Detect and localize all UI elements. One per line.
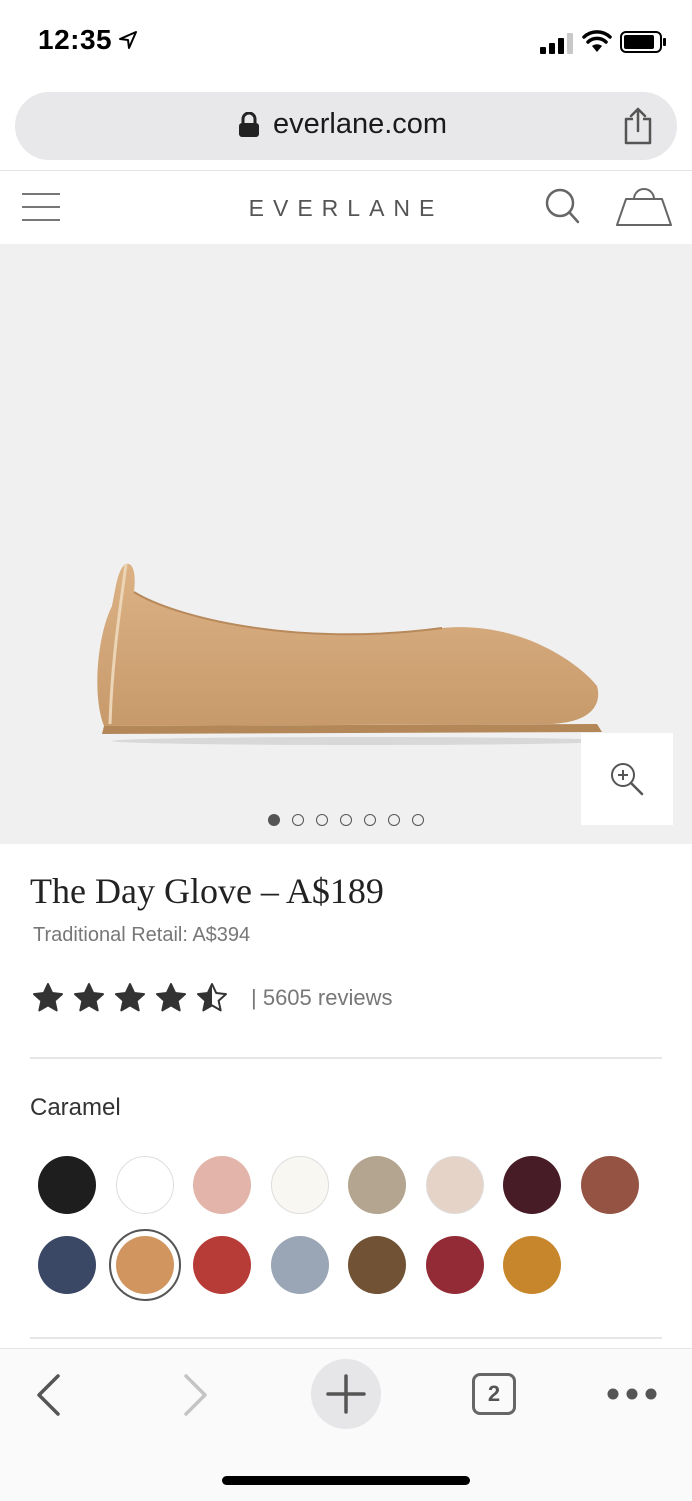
site-header: EVERLANE bbox=[0, 170, 692, 245]
color-swatch[interactable] bbox=[115, 1156, 174, 1214]
color-swatch[interactable] bbox=[193, 1156, 251, 1214]
color-swatch[interactable] bbox=[38, 1156, 96, 1214]
product-rating[interactable]: | 5605 reviews bbox=[32, 982, 392, 1014]
search-icon[interactable] bbox=[544, 187, 580, 225]
gallery-dot[interactable] bbox=[316, 814, 328, 826]
color-swatch[interactable] bbox=[193, 1236, 251, 1294]
location-arrow-icon bbox=[119, 31, 137, 49]
shopping-bag-icon[interactable] bbox=[614, 183, 674, 227]
star-full-icon bbox=[33, 983, 63, 1012]
plus-icon bbox=[326, 1374, 366, 1414]
rating-stars bbox=[32, 982, 237, 1014]
gallery-dot[interactable] bbox=[412, 814, 424, 826]
forward-arrow-icon[interactable] bbox=[182, 1373, 210, 1417]
star-half-icon bbox=[197, 983, 227, 1012]
status-time: 12:35 bbox=[38, 24, 113, 55]
divider bbox=[30, 1337, 662, 1339]
color-swatches bbox=[38, 1156, 639, 1301]
product-image-gallery[interactable] bbox=[0, 244, 692, 844]
everlane-logo[interactable]: EVERLANE bbox=[0, 195, 692, 222]
color-swatch[interactable] bbox=[348, 1156, 406, 1214]
star-full-icon bbox=[74, 983, 104, 1012]
gallery-dot[interactable] bbox=[340, 814, 352, 826]
traditional-retail-price: Traditional Retail: A$394 bbox=[33, 924, 251, 946]
gallery-dot[interactable] bbox=[364, 814, 376, 826]
url-text[interactable]: everlane.com bbox=[273, 108, 447, 141]
share-icon[interactable] bbox=[621, 107, 655, 145]
gallery-dot[interactable] bbox=[292, 814, 304, 826]
color-swatch[interactable] bbox=[270, 1156, 329, 1214]
product-title: The Day Glove – A$189 bbox=[30, 871, 384, 911]
star-full-icon bbox=[115, 983, 145, 1012]
battery-icon bbox=[620, 31, 666, 53]
color-swatch[interactable] bbox=[425, 1156, 484, 1214]
wifi-icon bbox=[582, 30, 612, 52]
signal-icon bbox=[540, 33, 573, 54]
color-swatch[interactable] bbox=[38, 1236, 96, 1294]
address-bar[interactable]: everlane.com bbox=[15, 92, 677, 160]
gallery-dot[interactable] bbox=[388, 814, 400, 826]
color-swatch[interactable] bbox=[503, 1236, 561, 1294]
color-swatch[interactable] bbox=[270, 1236, 329, 1294]
selected-swatch-ring bbox=[108, 1229, 181, 1301]
color-swatch[interactable] bbox=[503, 1156, 561, 1214]
reviews-count[interactable]: | 5605 reviews bbox=[251, 985, 392, 1011]
color-swatch[interactable] bbox=[425, 1236, 484, 1294]
selected-color-name: Caramel bbox=[30, 1094, 121, 1121]
star-full-icon bbox=[156, 983, 186, 1012]
more-options-icon[interactable] bbox=[606, 1387, 658, 1401]
color-swatch[interactable] bbox=[580, 1156, 639, 1214]
tab-switcher-button[interactable]: 2 bbox=[472, 1373, 516, 1415]
color-swatch[interactable] bbox=[348, 1236, 406, 1294]
home-indicator bbox=[222, 1476, 470, 1485]
gallery-pagination bbox=[268, 814, 424, 826]
status-bar: 12:35 bbox=[0, 0, 692, 88]
product-image-shoe bbox=[97, 563, 612, 745]
zoom-button[interactable] bbox=[581, 733, 673, 825]
back-arrow-icon[interactable] bbox=[34, 1373, 62, 1417]
new-tab-button[interactable] bbox=[311, 1359, 381, 1429]
divider bbox=[30, 1057, 662, 1059]
zoom-in-icon bbox=[611, 763, 644, 796]
lock-icon bbox=[239, 112, 259, 137]
gallery-dot[interactable] bbox=[268, 814, 280, 826]
